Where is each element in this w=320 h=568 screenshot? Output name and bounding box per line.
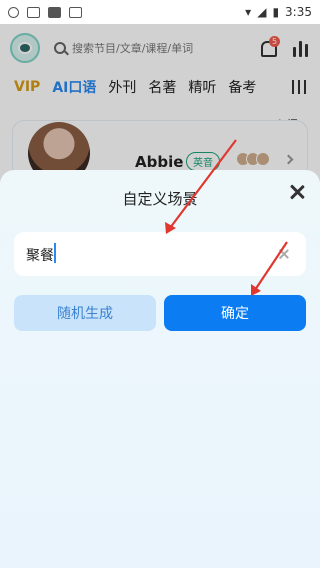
text-a-icon xyxy=(69,6,82,18)
battery-icon: ▮ xyxy=(272,5,280,19)
wifi-icon: ▾ xyxy=(245,5,252,19)
scene-input[interactable]: 聚餐 xyxy=(14,232,306,276)
sound-icon xyxy=(8,6,19,18)
text-caret xyxy=(54,243,56,263)
image-icon xyxy=(48,6,61,18)
random-generate-button[interactable]: 随机生成 xyxy=(14,295,156,331)
clear-input-icon[interactable] xyxy=(278,248,290,260)
scene-input-value: 聚餐 xyxy=(26,248,54,264)
clock: 3:35 xyxy=(285,5,312,19)
close-icon[interactable] xyxy=(288,183,306,201)
status-bar: ▾ ◢ ▮ 3:35 xyxy=(0,0,320,24)
sheet-title: 自定义场景 xyxy=(122,190,198,208)
confirm-button[interactable]: 确定 xyxy=(164,295,306,331)
signal-icon: ◢ xyxy=(257,5,267,19)
keyboard-icon xyxy=(27,6,40,18)
custom-scene-sheet: 自定义场景 聚餐 随机生成 确定 xyxy=(0,170,320,568)
